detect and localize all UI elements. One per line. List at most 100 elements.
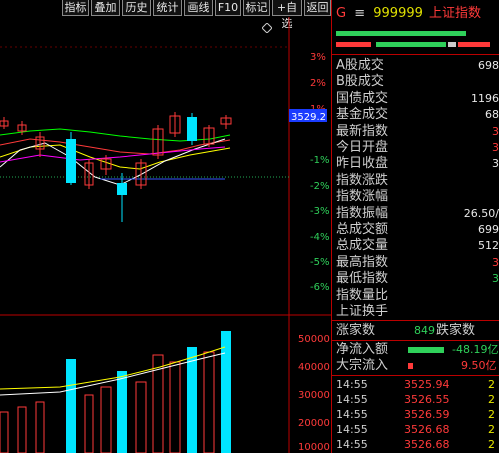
rise-label: 涨家数 [336,323,376,338]
divider [332,320,499,321]
stat-value: 688 [485,108,499,122]
stat-value: 35 [492,157,499,171]
trade-row: 14:55 3526.68 2 [336,423,495,437]
fall-count: 849 [414,324,435,337]
axis-label-m1: -1% [310,155,329,166]
volume-bar [84,394,94,453]
price-axis: 3% 2% 1% [310,52,326,115]
stat-label: 指数涨跌 [336,172,389,188]
volume-bar [135,381,147,453]
volume-bars [0,331,231,453]
stat-label: 最高指数 [336,254,389,270]
stat-label: 最新指数 [336,123,389,139]
stock-code: 999999 [373,6,423,21]
divider [332,340,499,341]
trade-row: 14:55 3526.68 2 [336,438,495,452]
divider [332,375,499,376]
stat-row: 指数涨跌 [336,173,388,189]
trade-vol: 2 [488,438,495,451]
trade-row: 14:55 3525.94 2 [336,378,495,392]
stat-value: 6985 [478,59,499,72]
trade-price: 3525.94 [404,378,450,391]
volume-bar [0,411,9,453]
stat-value: 11966 [471,91,499,105]
stat-label: 总成交额 [336,222,389,237]
ratio-bar-green [336,31,466,36]
trade-time: 14:55 [336,423,368,436]
stat-row: 最低指数 35 [336,271,499,287]
f10-button[interactable]: F10 [215,0,241,16]
axis-label-m2: -2% [310,181,329,192]
add-watchlist-button[interactable]: +自选 [272,0,302,30]
stat-row: 指数振幅 26.50/0 [336,206,499,222]
stat-value: 35 [492,255,499,269]
ratio-bar-green-mid [376,42,446,47]
trade-row: 14:55 3526.55 2 [336,393,495,407]
stat-row: 指数涨幅 [336,189,388,205]
divider [332,54,499,55]
volume-bar [169,361,181,453]
volume-bar [100,386,112,453]
net-inflow-bar [408,347,444,353]
volume-bar [203,351,215,453]
toolbar: 指标 叠加 历史 统计 画线 F10 标记 +自选 返回 [0,0,333,30]
stat-value: 35 [492,124,499,138]
axis-label-m3: -3% [310,206,329,217]
trade-time: 14:55 [336,378,368,391]
axis-label-m4: -4% [310,232,329,243]
stat-row: 上证换手 [336,304,388,320]
trade-price: 3526.68 [404,438,450,451]
axis-label-2: 2% [310,78,326,89]
volume-axis: 50000 40000 30000 20000 10000 [298,334,330,453]
trade-time: 14:55 [336,438,368,451]
candle [66,139,76,183]
net-inflow-row: 净流入额 -48.19亿 [336,342,498,358]
volume-bar [35,401,45,453]
net-inflow-value: -48.19亿 [452,343,499,356]
draw-line-button[interactable]: 画线 [184,0,213,16]
stat-value: 35 [492,272,499,286]
candlestick-chart[interactable]: 3% 2% 1% -1% -2% -3% -4% -5% -6% 3529.2 … [0,17,331,453]
trade-time: 14:55 [336,408,368,421]
stat-row: B股成交2 [336,74,384,90]
indicator-button[interactable]: 指标 [62,0,89,16]
stat-label: 上证换手 [336,304,389,319]
trade-vol: 2 [488,378,495,391]
stock-name: 上证指数 [429,6,482,21]
ratio-bar-red-left [336,42,371,47]
stat-row: 今日开盘 35 [336,140,499,156]
stat-label: 指数量比 [336,287,389,303]
trade-vol: 2 [488,408,495,421]
stat-label: 指数涨幅 [336,189,389,205]
title-prefix: G [336,6,347,21]
block-inflow-value: 9.50亿 [461,359,497,372]
mark-button[interactable]: 标记 [243,0,270,16]
volume-bar [187,347,197,453]
candle [187,117,197,141]
trade-price: 3526.55 [404,393,450,406]
trade-price: 3526.68 [404,423,450,436]
panel-header: G ≡ 999999 上证指数 [336,2,481,21]
overlay-button[interactable]: 叠加 [91,0,120,16]
block-inflow-row: 大宗流入 9.50亿 [336,358,497,374]
stat-row: 总成交额 6991 [336,222,499,238]
history-button[interactable]: 历史 [122,0,151,16]
breadth-row: 涨家数 849 跌家数 [336,323,475,339]
stat-row: 基金成交 688 [336,107,499,123]
axis-label-m5: -5% [310,257,329,268]
stat-value: 35 [492,141,499,154]
statistics-button[interactable]: 统计 [153,0,182,16]
ratio-bar-gray [448,42,456,47]
stat-row: 指数量比 [336,288,388,304]
trade-vol: 2 [488,423,495,436]
candles [0,112,232,222]
back-button[interactable]: 返回 [304,0,331,16]
stat-value: 5127 [478,239,499,253]
stat-row: A股成交 6985 [336,58,499,74]
volume-bar [221,331,231,453]
trade-time: 14:55 [336,393,368,406]
ratio-bar-red-right [458,42,490,47]
vol-axis-label: 20000 [298,418,330,429]
net-inflow-label: 净流入额 [336,342,389,357]
menu-icon[interactable]: ≡ [354,6,365,21]
